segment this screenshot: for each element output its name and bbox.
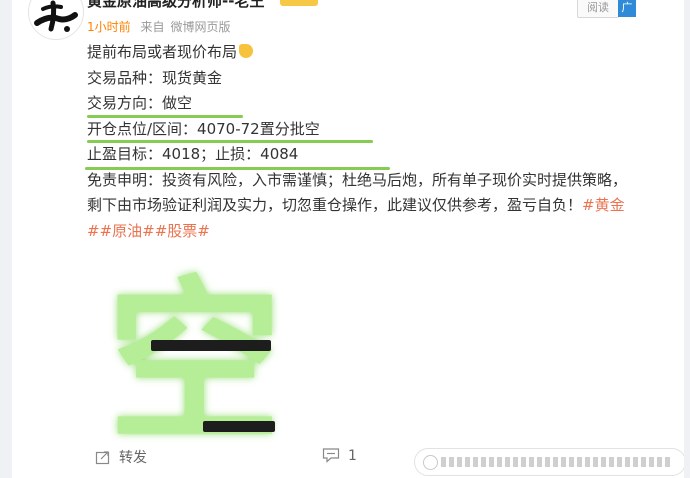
comment-count: 1 [348, 448, 357, 464]
weibo-post-card: 黄金原油高级分析师--老王 1小时前 来自 微博网页版 阅读 广 提前布局或者现价… [12, 0, 684, 478]
ad-badge[interactable]: 广 [618, 0, 636, 17]
comment-input[interactable] [414, 448, 684, 476]
text-line-7-text: 剩下由市场验证利润及实力，切忽重仓操作，此建议仅供参考，盈亏自负！ [87, 196, 583, 214]
text-line-3: 交易方向：做空 [87, 91, 677, 117]
text-line-7: 剩下由市场验证利润及实力，切忽重仓操作，此建议仅供参考，盈亏自负！#黄金 [87, 193, 677, 219]
underline-entry [87, 140, 373, 143]
text-line-4-text: 开仓点位/区间：4070-72置分批空 [87, 119, 320, 138]
read-button[interactable]: 阅读 [577, 0, 619, 18]
underline-direction [87, 115, 243, 118]
underline-target [85, 167, 390, 170]
hashtag-oil-stocks[interactable]: ##原油##股票# [87, 222, 210, 240]
text-line-3-text: 交易方向：做空 [87, 94, 193, 112]
avatar-calligraphy-icon [34, 0, 78, 32]
source-prefix: 来自 [140, 20, 165, 34]
text-line-2-text: 交易品种：现货黄金 [87, 68, 223, 87]
author-name[interactable]: 黄金原油高级分析师--老王 [87, 0, 264, 11]
post-meta: 1小时前 来自 微博网页版 [87, 18, 237, 35]
watermark-2 [203, 421, 275, 432]
post-image-glyph: 空 空 [107, 262, 282, 465]
vip-badge-icon [280, 0, 318, 6]
text-line-5-text: 止盈目标：4018；止损：4084 [87, 145, 299, 163]
text-line-2: 交易品种：现货黄金 [87, 66, 677, 92]
text-line-1: 提前布局或者现价布局 [87, 40, 677, 66]
text-line-8: ##原油##股票# [87, 219, 677, 245]
glyph-main: 空 [107, 262, 282, 446]
avatar[interactable] [28, 0, 84, 40]
post-source[interactable]: 微博网页版 [170, 20, 230, 34]
comment-icon [322, 448, 340, 463]
repost-icon [95, 451, 110, 465]
watermark-1 [151, 340, 271, 351]
post-text: 提前布局或者现价布局 交易品种：现货黄金 交易方向：做空 开仓点位/区间：407… [85, 40, 677, 245]
text-line-5: 止盈目标：4018；止损：4084 [87, 142, 677, 168]
post-image[interactable]: 空 空 [87, 258, 287, 465]
repost-button[interactable]: 转发 [95, 447, 147, 467]
hashtag-gold[interactable]: #黄金 [582, 196, 625, 214]
comment-input-placeholder [441, 457, 671, 467]
hand-emoji-icon [239, 44, 254, 58]
repost-label: 转发 [119, 450, 147, 466]
text-line-6: 免责申明：投资有风险，入市需谨慎；杜绝马后炮，所有单子现价实时提供策略， [87, 168, 677, 194]
post-time[interactable]: 1小时前 [87, 20, 131, 34]
comment-input-icon [423, 455, 438, 470]
text-line-4: 开仓点位/区间：4070-72置分批空 [87, 117, 677, 143]
text-line-6-text: 免责申明：投资有风险，入市需谨慎；杜绝马后炮，所有单子现价实时提供策略， [87, 170, 628, 189]
text-line-1-text: 提前布局或者现价布局 [87, 43, 238, 61]
comment-button[interactable]: 1 [322, 447, 357, 464]
